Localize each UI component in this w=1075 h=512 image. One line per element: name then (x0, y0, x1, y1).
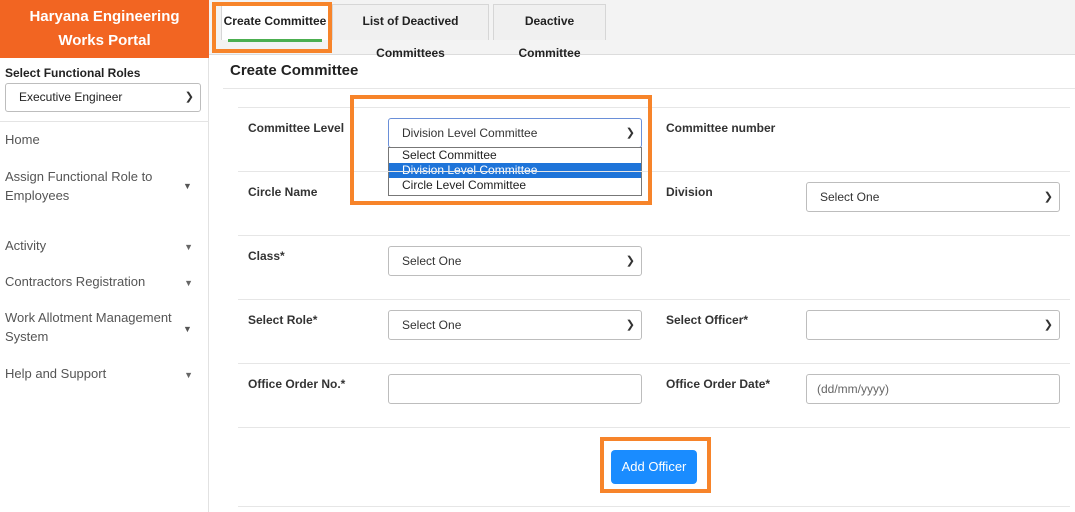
sidebar: Haryana Engineering Works Portal Select … (0, 0, 209, 512)
functional-role-value: Executive Engineer (19, 90, 123, 104)
add-officer-button[interactable]: Add Officer (611, 450, 697, 484)
caret-down-icon: ▼ (184, 278, 193, 288)
tab-bar: Create Committee List of Deactived Commi… (209, 0, 1075, 60)
sidebar-item-home[interactable]: Home (5, 130, 201, 149)
sidebar-item-label: Help and Support (5, 366, 107, 381)
chevron-down-icon: ❯ (625, 127, 635, 139)
office-order-date-input[interactable]: (dd/mm/yyyy) (806, 374, 1060, 404)
office-order-date-label: Office Order Date* (666, 377, 771, 391)
dropdown-option[interactable]: Circle Level Committee (389, 178, 641, 193)
select-officer-select[interactable]: ❯ (806, 310, 1060, 340)
sidebar-item-label: Home (5, 132, 40, 147)
functional-role-select[interactable]: Executive Engineer ❯ (5, 83, 201, 112)
chevron-down-icon: ❯ (625, 255, 635, 267)
sidebar-item-label: Assign Functional Role to Employees (5, 169, 153, 203)
sidebar-divider (0, 121, 209, 122)
row-divider (238, 235, 1070, 236)
row-divider (238, 171, 1070, 172)
division-value: Select One (820, 190, 880, 204)
select-officer-label: Select Officer* (666, 313, 749, 327)
tab-create-committee[interactable]: Create Committee (221, 4, 329, 42)
office-order-no-label: Office Order No.* (248, 377, 346, 391)
chevron-down-icon: ❯ (1043, 191, 1053, 203)
select-role-select[interactable]: Select One ❯ (388, 310, 642, 340)
page-title: Create Committee (230, 62, 359, 79)
division-select[interactable]: Select One ❯ (806, 182, 1060, 212)
sidebar-item-label: Activity (5, 238, 47, 253)
row-divider (238, 299, 1070, 300)
circle-name-label: Circle Name (248, 185, 318, 199)
committee-number-label: Committee number (666, 121, 776, 135)
row-divider (238, 427, 1070, 428)
row-divider (238, 107, 1070, 108)
sidebar-item-activity[interactable]: Activity ▼ (5, 236, 201, 255)
committee-level-select[interactable]: Division Level Committee ❯ (388, 118, 642, 148)
sidebar-item-label: Contractors Registration (5, 274, 146, 289)
caret-down-icon[interactable]: ▼ (183, 177, 195, 196)
dropdown-option[interactable]: Select Committee (389, 148, 641, 163)
caret-down-icon: ▼ (184, 242, 193, 252)
brand-line-1: Haryana Engineering (29, 8, 180, 25)
sidebar-item-contractors-registration[interactable]: Contractors Registration ▼ (5, 272, 201, 291)
division-label: Division (666, 185, 713, 199)
caret-down-icon: ▼ (184, 370, 193, 380)
sidebar-item-help-support[interactable]: Help and Support ▼ (5, 364, 201, 383)
chevron-down-icon: ❯ (625, 319, 635, 331)
tab-deactived-committees-list[interactable]: List of Deactived Committees (332, 4, 489, 60)
active-tab-indicator (228, 39, 322, 42)
sidebar-item-assign-functional-role[interactable]: Assign Functional Role to Employees (5, 167, 180, 205)
select-role-label: Select Role* (248, 313, 318, 327)
brand-logo[interactable]: Haryana Engineering Works Portal (0, 0, 209, 58)
chevron-down-icon: ❯ (184, 91, 194, 103)
title-divider (223, 88, 1075, 89)
tab-label: List of Deactived Committees (362, 14, 459, 60)
row-divider (238, 363, 1070, 364)
class-select[interactable]: Select One ❯ (388, 246, 642, 276)
tab-deactive-committee[interactable]: Deactive Committee (493, 4, 606, 60)
committee-level-label: Committee Level (248, 121, 345, 135)
class-label: Class* (248, 249, 285, 263)
class-value: Select One (402, 254, 462, 268)
sidebar-item-label: Work Allotment Management System (5, 310, 172, 344)
tab-label: Create Committee (223, 14, 327, 28)
functional-roles-label: Select Functional Roles (5, 66, 141, 80)
select-role-value: Select One (402, 318, 462, 332)
tab-label: Deactive Committee (518, 14, 581, 60)
committee-level-value: Division Level Committee (402, 126, 538, 140)
row-divider (238, 506, 1070, 507)
brand-line-2: Works Portal (58, 32, 151, 49)
office-order-no-input[interactable] (388, 374, 642, 404)
caret-down-icon[interactable]: ▼ (183, 320, 195, 339)
chevron-down-icon: ❯ (1043, 319, 1053, 331)
sidebar-item-work-allotment[interactable]: Work Allotment Management System (5, 308, 180, 346)
